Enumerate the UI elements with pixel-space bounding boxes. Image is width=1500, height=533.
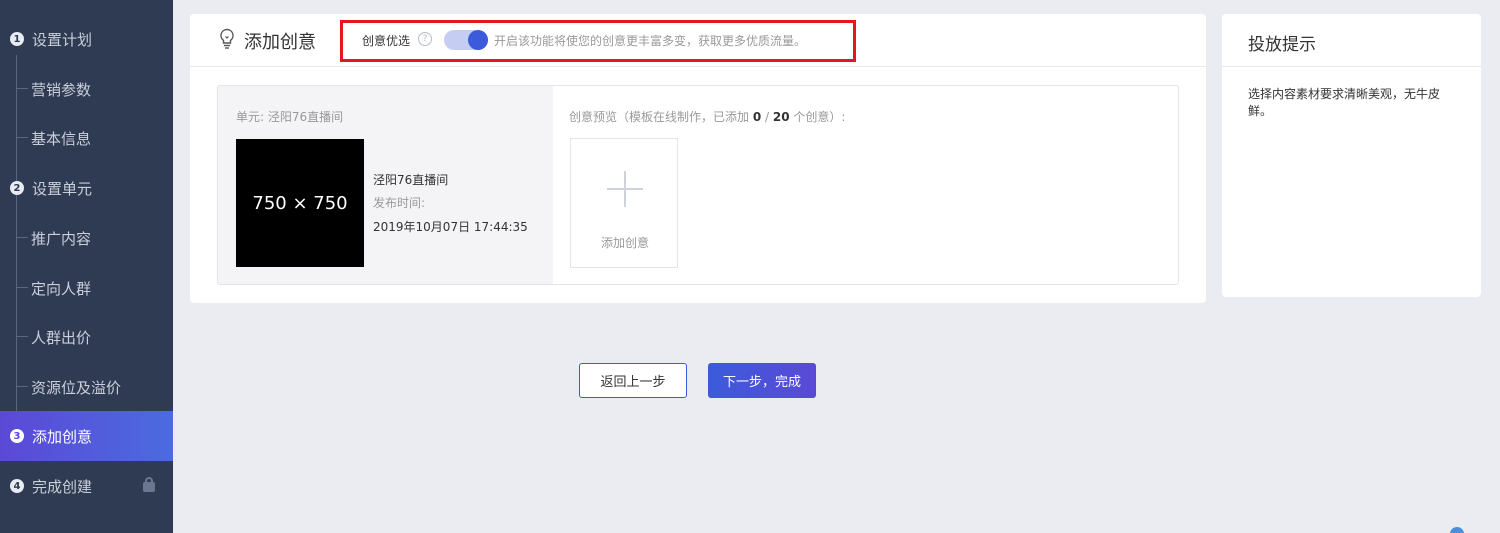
add-creative-tile[interactable]: 添加创意	[570, 138, 678, 268]
creative-optimize-label: 创意优选	[362, 34, 411, 48]
back-button[interactable]: 返回上一步	[579, 363, 687, 398]
sidebar: 1 设置计划 营销参数 基本信息 2 设置单元 推广内容 定向人群 人群出价 资…	[0, 0, 173, 533]
unit-panel: 单元: 泾阳76直播间 750 × 750 泾阳76直播间 发布时间: 2019…	[218, 86, 553, 284]
preview-total-count: 20	[772, 110, 790, 124]
card-header: 添加创意 创意优选 ? 开启该功能将使您的创意更丰富多变，获取更多优质流量。	[190, 14, 1206, 67]
creative-card: 添加创意 创意优选 ? 开启该功能将使您的创意更丰富多变，获取更多优质流量。 单…	[190, 14, 1206, 303]
tips-header: 投放提示	[1222, 14, 1481, 67]
sidebar-item-targeting[interactable]: 定向人群	[0, 263, 173, 313]
step-number: 1	[10, 32, 24, 46]
sidebar-item-label: 设置计划	[32, 30, 93, 49]
step-number: 3	[10, 429, 24, 443]
sidebar-item-basic-info[interactable]: 基本信息	[0, 113, 173, 163]
sidebar-item-promo-content[interactable]: 推广内容	[0, 213, 173, 263]
sidebar-item-set-plan[interactable]: 1 设置计划	[0, 14, 173, 64]
add-creative-label: 添加创意	[600, 236, 649, 250]
step-number: 4	[10, 479, 24, 493]
publish-time-value: 2019年10月07日 17:44:35	[373, 220, 528, 234]
sidebar-item-add-creative[interactable]: 3 添加创意	[0, 411, 173, 461]
sidebar-item-label: 营销参数	[31, 80, 92, 99]
help-float-icon[interactable]	[1450, 527, 1464, 533]
sidebar-item-audience-bid[interactable]: 人群出价	[0, 312, 173, 362]
sidebar-item-marketing-params[interactable]: 营销参数	[0, 64, 173, 114]
sidebar-item-label: 推广内容	[31, 229, 92, 248]
item-title: 泾阳76直播间	[373, 173, 449, 187]
sidebar-item-placement-premium[interactable]: 资源位及溢价	[0, 362, 173, 412]
creative-optimize-toggle[interactable]	[444, 30, 488, 50]
preview-suffix: 个创意）:	[789, 110, 846, 124]
toggle-knob	[468, 30, 488, 50]
step-number: 2	[10, 181, 24, 195]
thumbnail-size-label: 750 × 750	[252, 192, 348, 214]
unit-name: 单元: 泾阳76直播间	[236, 110, 344, 124]
item-thumbnail: 750 × 750	[236, 139, 364, 267]
preview-added-count: 0	[752, 110, 762, 124]
creative-preview-label: 创意预览（模板在线制作，已添加 0 / 20 个创意）:	[569, 108, 845, 125]
sidebar-item-set-unit[interactable]: 2 设置单元	[0, 163, 173, 213]
plus-icon	[605, 169, 645, 209]
sidebar-item-label: 基本信息	[31, 129, 92, 148]
tips-card: 投放提示 选择内容素材要求清晰美观，无牛皮鲜。	[1222, 14, 1481, 297]
tips-title: 投放提示	[1248, 35, 1316, 55]
sidebar-item-label: 完成创建	[32, 477, 93, 496]
preview-prefix: 创意预览（模板在线制作，已添加	[569, 110, 753, 124]
tips-text: 选择内容素材要求清晰美观，无牛皮鲜。	[1248, 87, 1441, 118]
sidebar-item-label: 资源位及溢价	[31, 378, 122, 397]
next-finish-button[interactable]: 下一步，完成	[708, 363, 816, 398]
toggle-description: 开启该功能将使您的创意更丰富多变，获取更多优质流量。	[494, 34, 807, 48]
lock-icon	[143, 477, 155, 492]
lightbulb-icon	[220, 28, 234, 49]
sidebar-item-label: 人群出价	[31, 328, 92, 347]
sidebar-item-label: 设置单元	[32, 179, 93, 198]
sidebar-item-label: 添加创意	[32, 427, 93, 446]
page-title: 添加创意	[244, 32, 316, 53]
sidebar-item-label: 定向人群	[31, 279, 92, 298]
preview-separator: /	[761, 110, 773, 124]
creative-panel: 单元: 泾阳76直播间 750 × 750 泾阳76直播间 发布时间: 2019…	[217, 85, 1179, 285]
help-icon[interactable]: ?	[418, 32, 432, 46]
publish-time-label: 发布时间:	[373, 196, 426, 210]
